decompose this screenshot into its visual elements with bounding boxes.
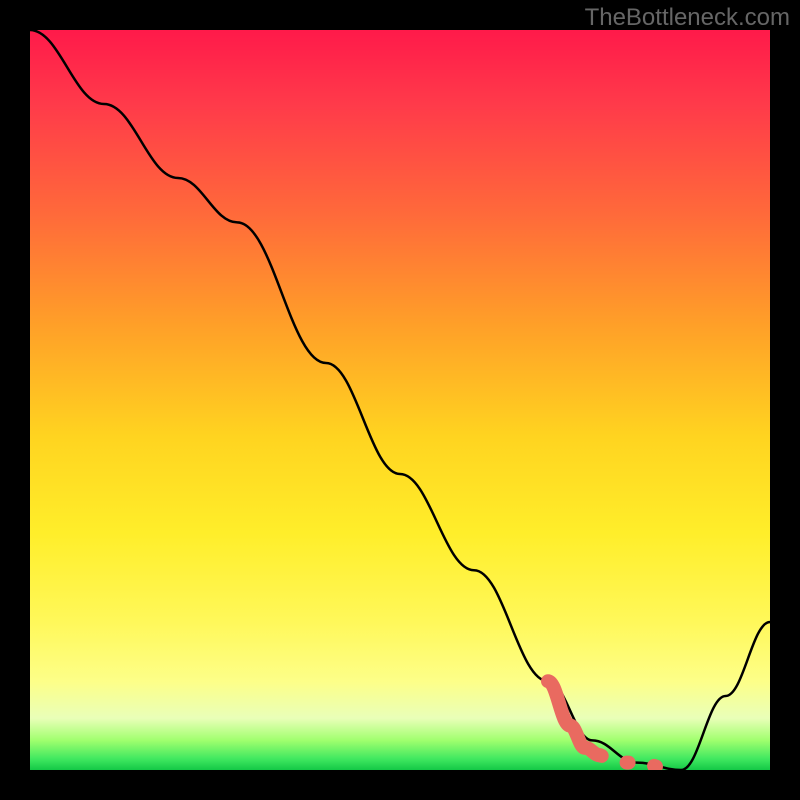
chart-container: TheBottleneck.com [0,0,800,800]
chart-svg [30,30,770,770]
main-curve [30,30,770,770]
watermark-text: TheBottleneck.com [585,4,790,32]
